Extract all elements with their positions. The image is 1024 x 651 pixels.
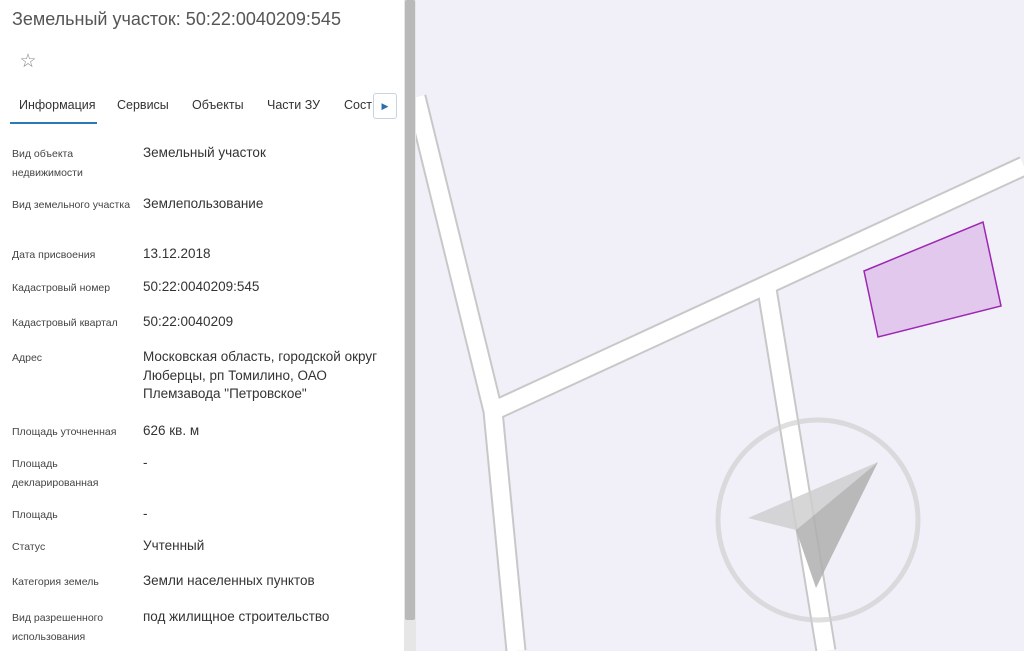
area-label: Площадь bbox=[12, 509, 58, 521]
land-type-label: Вид земельного участка bbox=[12, 199, 131, 211]
tab-composition-clip: Соста bbox=[342, 88, 372, 124]
map-view[interactable] bbox=[416, 0, 1024, 651]
map-roads bbox=[416, 94, 1024, 651]
cadastral-quarter-label: Кадастровый квартал bbox=[12, 317, 118, 329]
tab-composition[interactable]: Соста bbox=[344, 98, 372, 112]
map-canvas bbox=[416, 94, 1024, 651]
permitted-use-value: под жилищное строительство bbox=[143, 609, 330, 624]
area-refined-value: 626 кв. м bbox=[143, 423, 200, 438]
cadastral-number-value: 50:22:0040209:545 bbox=[143, 279, 260, 294]
area-refined-label: Площадь уточненная bbox=[12, 426, 117, 438]
scrollbar-thumb[interactable] bbox=[405, 0, 415, 620]
permitted-use-label: Вид разрешенного использования bbox=[12, 612, 104, 643]
land-category-value: Земли населенных пунктов bbox=[143, 573, 315, 588]
cadastral-quarter-value: 50:22:0040209 bbox=[143, 314, 234, 329]
favorite-button[interactable]: ☆ bbox=[12, 46, 44, 76]
cadastral-number-label: Кадастровый номер bbox=[12, 282, 111, 294]
star-icon: ☆ bbox=[19, 50, 37, 72]
tab-parts[interactable]: Части ЗУ bbox=[267, 98, 320, 112]
address-label: Адрес bbox=[12, 352, 43, 364]
object-type-value: Земельный участок bbox=[143, 145, 266, 160]
object-type-label: Вид объекта недвижимости bbox=[12, 148, 83, 179]
address-value: Московская область, городской округ Любе… bbox=[143, 349, 378, 401]
assign-date-value: 13.12.2018 bbox=[143, 246, 211, 261]
tab-bar: Информация Сервисы Объекты Части ЗУ Сост… bbox=[0, 88, 404, 124]
tab-services[interactable]: Сервисы bbox=[117, 98, 169, 112]
info-panel: Земельный участок: 50:22:0040209:545 ☆ И… bbox=[0, 0, 404, 651]
chevron-right-icon: ▶ bbox=[381, 100, 389, 111]
tab-information[interactable]: Информация bbox=[19, 98, 96, 112]
assign-date-label: Дата присвоения bbox=[12, 249, 96, 261]
land-type-value: Землепользование bbox=[143, 196, 264, 211]
panel-scrollbar[interactable] bbox=[404, 0, 416, 651]
status-value: Учтенный bbox=[143, 538, 205, 553]
tab-objects[interactable]: Объекты bbox=[192, 98, 244, 112]
tabs-scroll-right-button[interactable]: ▶ bbox=[373, 93, 397, 119]
land-category-label: Категория земель bbox=[12, 576, 99, 588]
area-declared-label: Площадь декларированная bbox=[12, 458, 99, 489]
area-declared-value: - bbox=[143, 455, 148, 470]
active-tab-indicator bbox=[10, 122, 97, 124]
area-value: - bbox=[143, 506, 148, 521]
page-title: Земельный участок: 50:22:0040209:545 bbox=[12, 9, 341, 29]
status-label: Статус bbox=[12, 541, 46, 553]
